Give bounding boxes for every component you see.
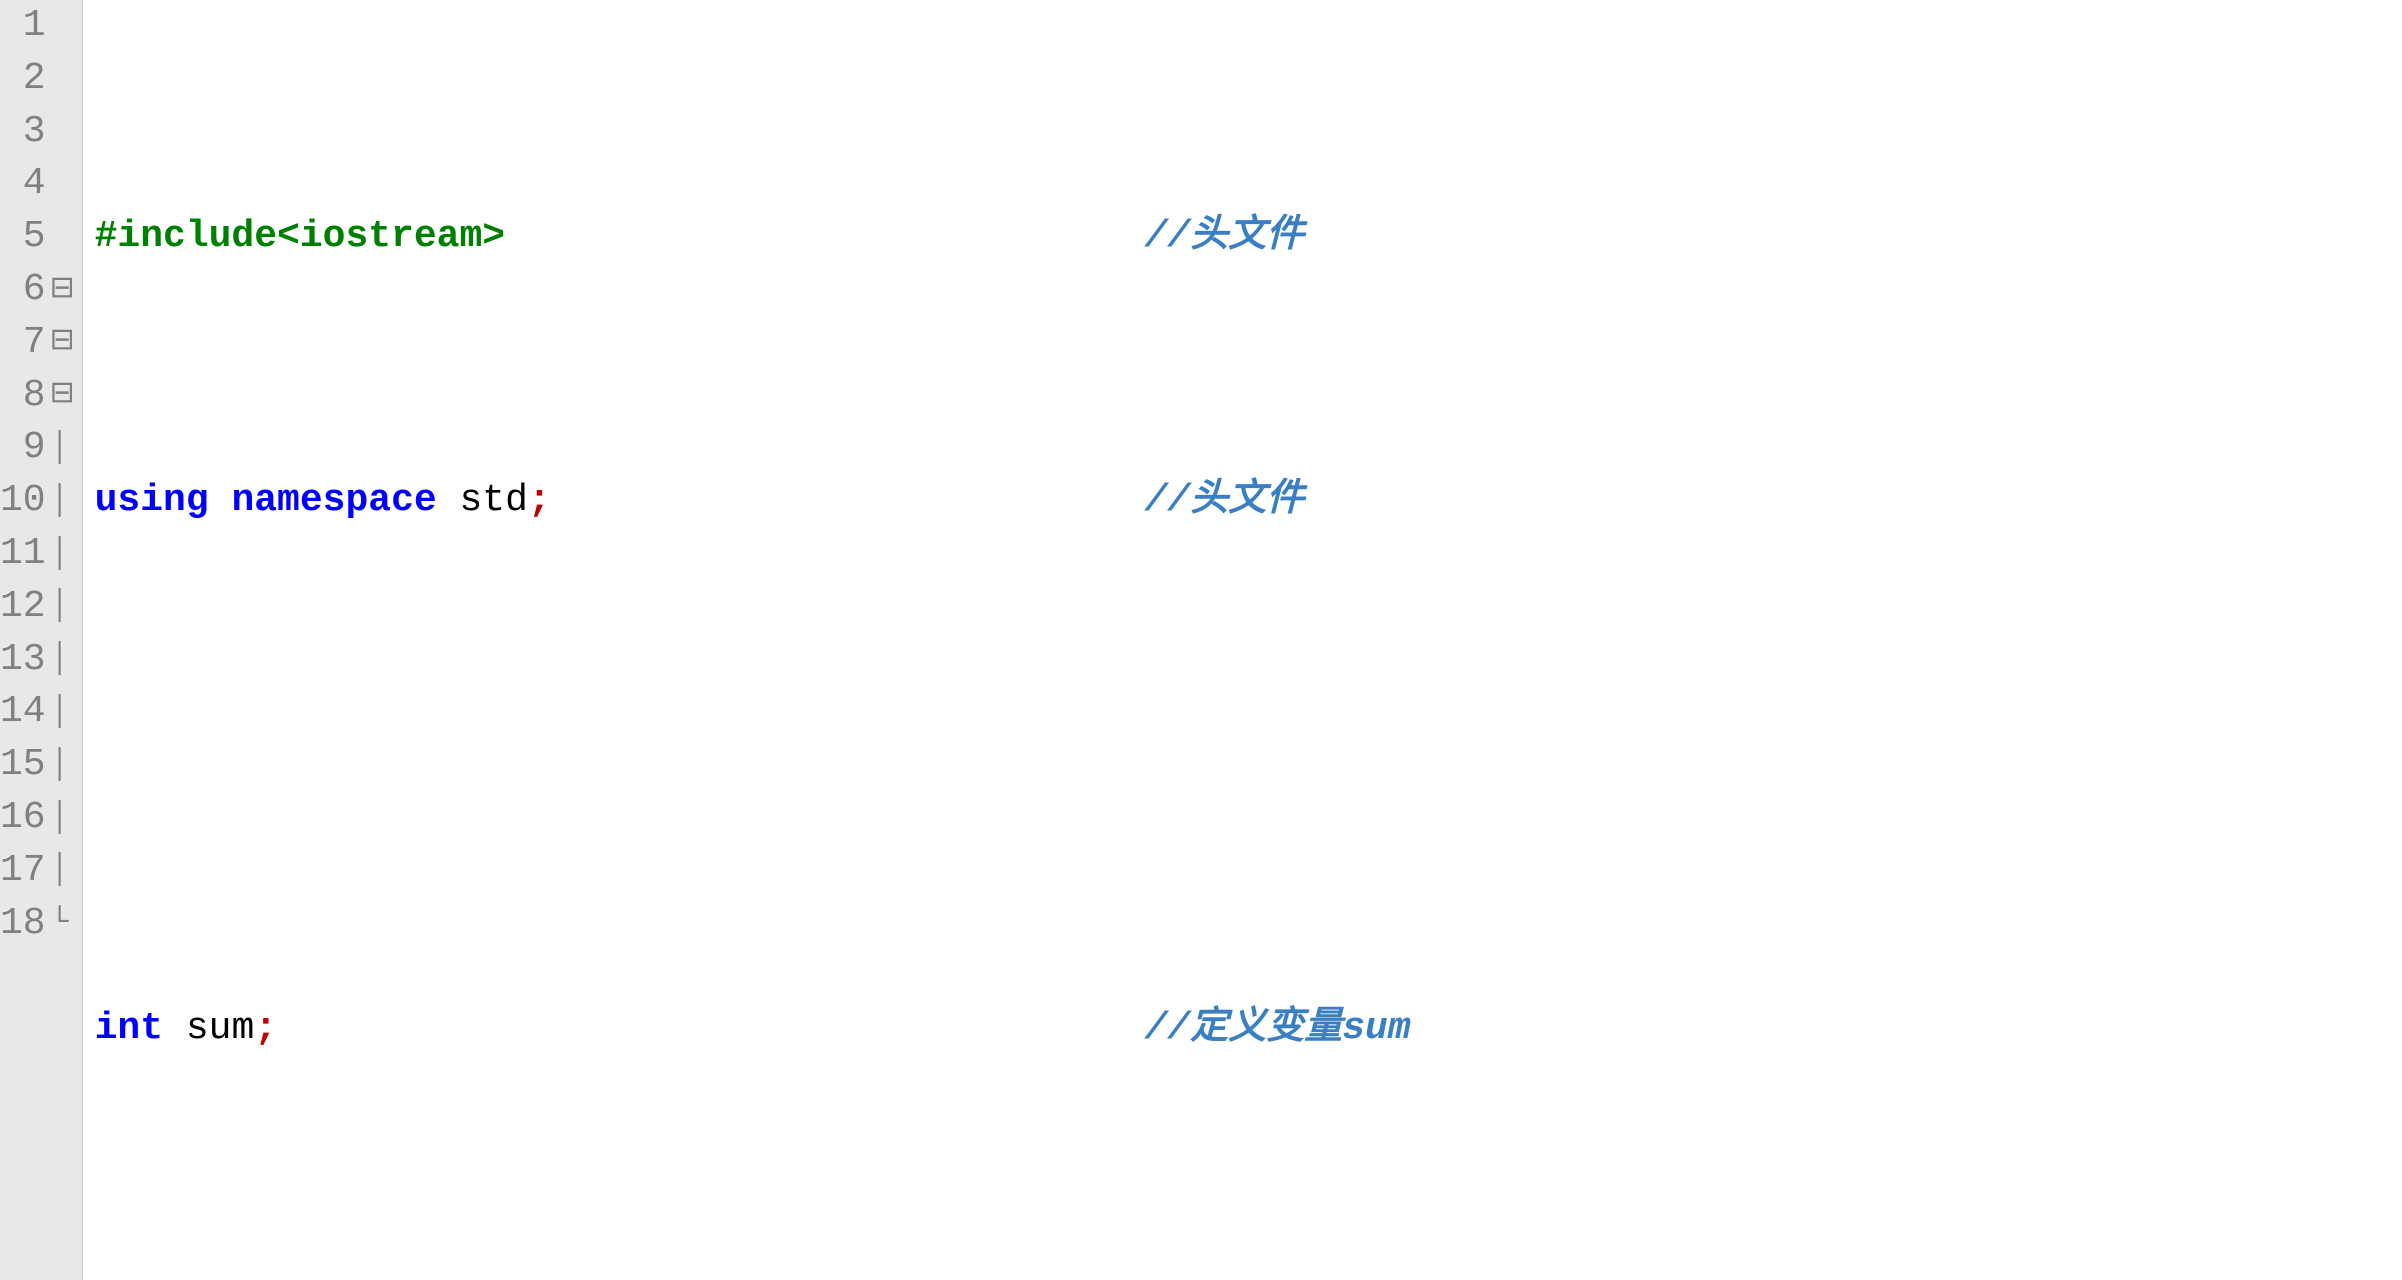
code-line[interactable] bbox=[95, 1267, 2402, 1280]
line-number: 6⊟ bbox=[0, 264, 74, 317]
line-number: 13│ bbox=[0, 634, 74, 687]
code-line[interactable]: int sum; //定义变量sum bbox=[95, 1003, 2402, 1056]
code-line[interactable]: #include<iostream> //头文件 bbox=[95, 211, 2402, 264]
line-number: 4 bbox=[0, 158, 74, 211]
line-number: 1 bbox=[0, 0, 74, 53]
keyword-int: int bbox=[95, 1007, 163, 1050]
identifier: std bbox=[460, 479, 528, 522]
line-number: 3 bbox=[0, 106, 74, 159]
line-number: 14│ bbox=[0, 686, 74, 739]
line-number: 18└ bbox=[0, 898, 74, 951]
comment: //头文件 bbox=[1145, 211, 1305, 264]
line-number: 16│ bbox=[0, 792, 74, 845]
line-number: 2 bbox=[0, 53, 74, 106]
line-number: 8⊟ bbox=[0, 370, 74, 423]
code-line[interactable]: using namespace std; //头文件 bbox=[95, 475, 2402, 528]
code-editor: 1 2 3 4 5 6⊟ 7⊟ 8⊟ 9│ 10│ 11│ 12│ 13│ 14… bbox=[0, 0, 2402, 1280]
code-line[interactable] bbox=[95, 739, 2402, 792]
semicolon: ; bbox=[254, 1007, 277, 1050]
code-area[interactable]: #include<iostream> //头文件 using namespace… bbox=[83, 0, 2402, 1280]
fold-toggle-icon[interactable]: ⊟ bbox=[50, 270, 70, 312]
fold-toggle-icon[interactable]: ⊟ bbox=[50, 322, 70, 364]
line-number: 7⊟ bbox=[0, 317, 74, 370]
preprocessor-directive: #include<iostream> bbox=[95, 215, 505, 258]
line-number-gutter: 1 2 3 4 5 6⊟ 7⊟ 8⊟ 9│ 10│ 11│ 12│ 13│ 14… bbox=[0, 0, 83, 1280]
keyword-namespace: namespace bbox=[231, 479, 436, 522]
identifier: sum bbox=[186, 1007, 254, 1050]
line-number: 5 bbox=[0, 211, 74, 264]
semicolon: ; bbox=[528, 479, 551, 522]
fold-toggle-icon[interactable]: ⊟ bbox=[50, 375, 70, 417]
comment: //定义变量sum bbox=[1145, 1003, 1411, 1056]
line-number: 9│ bbox=[0, 422, 74, 475]
line-number: 12│ bbox=[0, 581, 74, 634]
comment: //头文件 bbox=[1145, 475, 1305, 528]
keyword-using: using bbox=[95, 479, 209, 522]
line-number: 17│ bbox=[0, 845, 74, 898]
line-number: 10│ bbox=[0, 475, 74, 528]
line-number: 11│ bbox=[0, 528, 74, 581]
line-number: 15│ bbox=[0, 739, 74, 792]
